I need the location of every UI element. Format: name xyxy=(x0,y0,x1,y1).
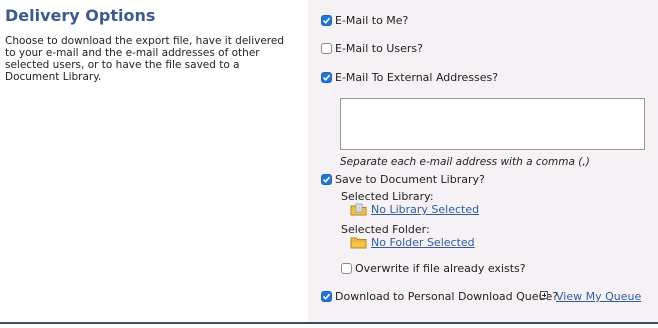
email-external-option[interactable]: E-Mail To External Addresses? xyxy=(321,71,498,84)
download-queue-option[interactable]: Download to Personal Download Queue? xyxy=(321,290,558,303)
library-icon xyxy=(350,203,367,216)
selected-folder-link[interactable]: No Folder Selected xyxy=(371,236,475,249)
selected-library-picker[interactable]: No Library Selected xyxy=(350,203,479,216)
page-bottom xyxy=(0,324,658,328)
section-description: Choose to download the export file, have… xyxy=(5,35,284,83)
checkmark-icon xyxy=(322,176,331,183)
download-queue-checkbox[interactable] xyxy=(321,291,332,302)
overwrite-option[interactable]: Overwrite if file already exists? xyxy=(341,262,526,275)
view-my-queue-link[interactable]: View My Queue xyxy=(556,290,641,303)
save-library-label: Save to Document Library? xyxy=(335,173,485,186)
selected-folder-label: Selected Folder: xyxy=(341,223,430,236)
checkmark-icon xyxy=(322,74,331,81)
download-queue-label: Download to Personal Download Queue? xyxy=(335,290,559,303)
description-panel: Delivery Options Choose to download the … xyxy=(0,0,308,322)
email-external-label: E-Mail To External Addresses? xyxy=(335,71,499,84)
email-users-checkbox[interactable] xyxy=(321,43,332,54)
email-me-option[interactable]: E-Mail to Me? xyxy=(321,14,408,27)
save-library-checkbox[interactable] xyxy=(321,174,332,185)
email-external-checkbox[interactable] xyxy=(321,72,332,83)
section-title: Delivery Options xyxy=(5,6,156,25)
overwrite-label: Overwrite if file already exists? xyxy=(355,262,526,275)
email-me-checkbox[interactable] xyxy=(321,15,332,26)
folder-icon xyxy=(350,236,367,249)
external-addresses-input[interactable] xyxy=(340,98,645,150)
checkmark-icon xyxy=(322,17,331,24)
selected-library-label: Selected Library: xyxy=(341,190,434,203)
email-users-label: E-Mail to Users? xyxy=(335,42,423,55)
overwrite-checkbox[interactable] xyxy=(341,263,352,274)
external-addresses-hint: Separate each e-mail address with a comm… xyxy=(340,156,590,168)
checkmark-icon xyxy=(322,293,331,300)
email-me-label: E-Mail to Me? xyxy=(335,14,409,27)
save-library-option[interactable]: Save to Document Library? xyxy=(321,173,485,186)
expand-icon[interactable] xyxy=(540,291,548,299)
selected-library-link[interactable]: No Library Selected xyxy=(371,203,479,216)
selected-folder-picker[interactable]: No Folder Selected xyxy=(350,236,475,249)
email-users-option[interactable]: E-Mail to Users? xyxy=(321,42,423,55)
